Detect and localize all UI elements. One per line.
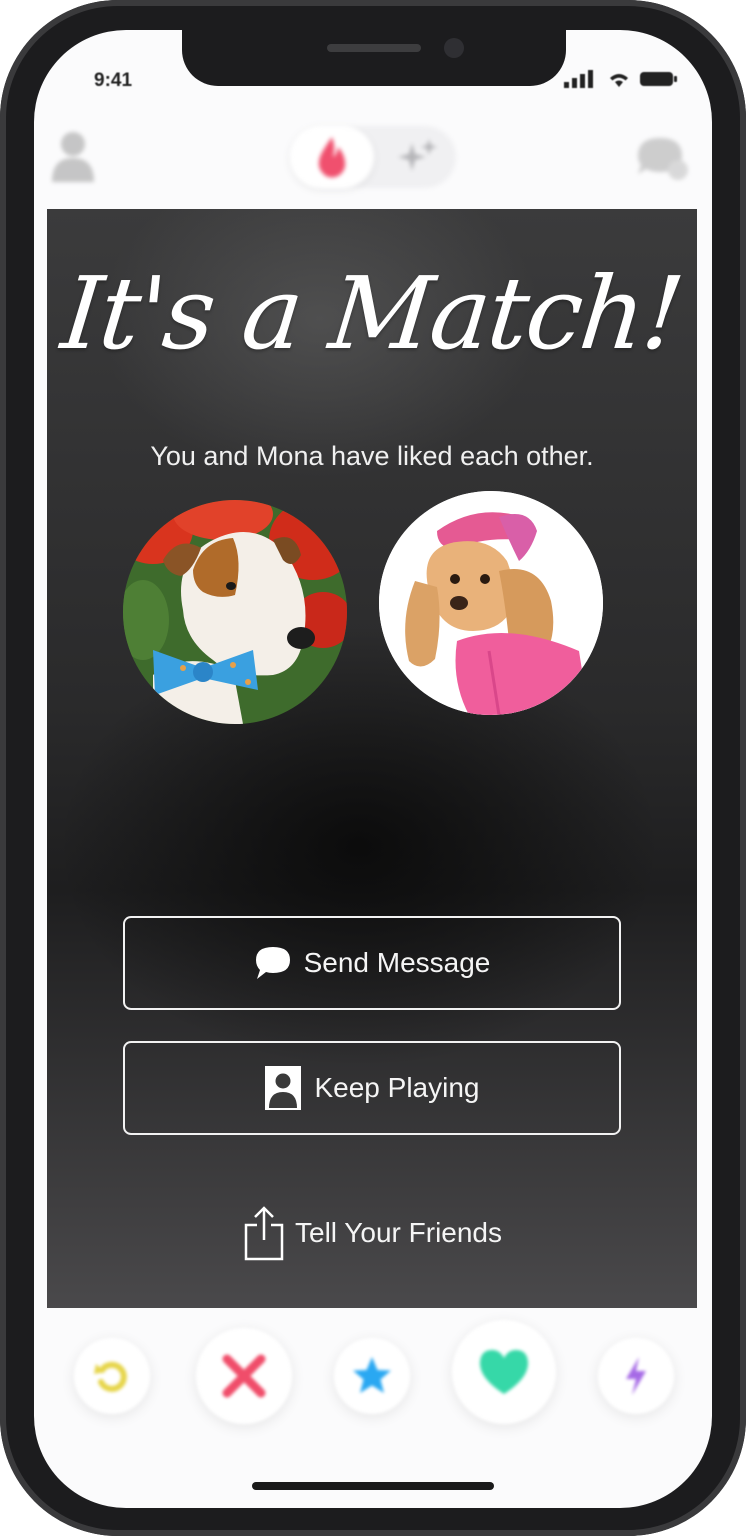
boost-button[interactable]	[598, 1338, 674, 1414]
keep-playing-button[interactable]: Keep Playing	[123, 1041, 621, 1135]
tab-swipe[interactable]	[290, 126, 374, 188]
phone-frame: 9:41 It's a Match! You and Mona have lik…	[0, 0, 746, 1536]
match-avatar	[379, 491, 603, 715]
match-title: It's a Match!	[56, 255, 688, 372]
keep-playing-label: Keep Playing	[314, 1072, 480, 1103]
send-message-label: Send Message	[303, 947, 491, 978]
lightning-icon	[626, 1357, 646, 1395]
chat-bubbles-icon[interactable]	[634, 134, 692, 182]
front-camera	[444, 38, 464, 58]
star-icon	[353, 1357, 391, 1393]
home-indicator[interactable]	[252, 1482, 494, 1490]
match-subtitle: You and Mona have liked each other.	[150, 441, 594, 471]
heart-icon	[479, 1350, 529, 1394]
x-icon	[222, 1354, 266, 1398]
status-time: 9:41	[94, 70, 133, 91]
chat-bubble-icon	[255, 947, 290, 979]
like-button[interactable]	[452, 1320, 556, 1424]
rewind-button[interactable]	[74, 1338, 150, 1414]
discovery-tab-switcher	[290, 126, 456, 188]
nope-button[interactable]	[196, 1328, 292, 1424]
super-like-button[interactable]	[334, 1338, 410, 1414]
signal-icon	[564, 70, 593, 88]
flame-icon	[318, 137, 346, 178]
speaker-grille	[327, 44, 421, 52]
profile-card-icon	[265, 1066, 302, 1110]
swipe-action-bar	[34, 1320, 712, 1426]
status-icons	[564, 70, 678, 88]
share-icon	[244, 1206, 284, 1261]
send-message-button[interactable]: Send Message	[123, 916, 621, 1010]
tell-your-friends-button[interactable]: Tell Your Friends	[243, 1203, 502, 1263]
match-overlay: It's a Match! You and Mona have liked ea…	[47, 209, 697, 1308]
sparkle-icon[interactable]	[396, 135, 440, 179]
profile-icon[interactable]	[52, 130, 94, 182]
battery-icon	[640, 72, 677, 86]
device-notch	[182, 30, 566, 86]
my-avatar	[123, 500, 347, 724]
app-screen: 9:41 It's a Match! You and Mona have lik…	[34, 30, 712, 1508]
wifi-icon	[610, 74, 628, 87]
rewind-icon	[94, 1361, 127, 1392]
tell-your-friends-label: Tell Your Friends	[295, 1217, 503, 1248]
